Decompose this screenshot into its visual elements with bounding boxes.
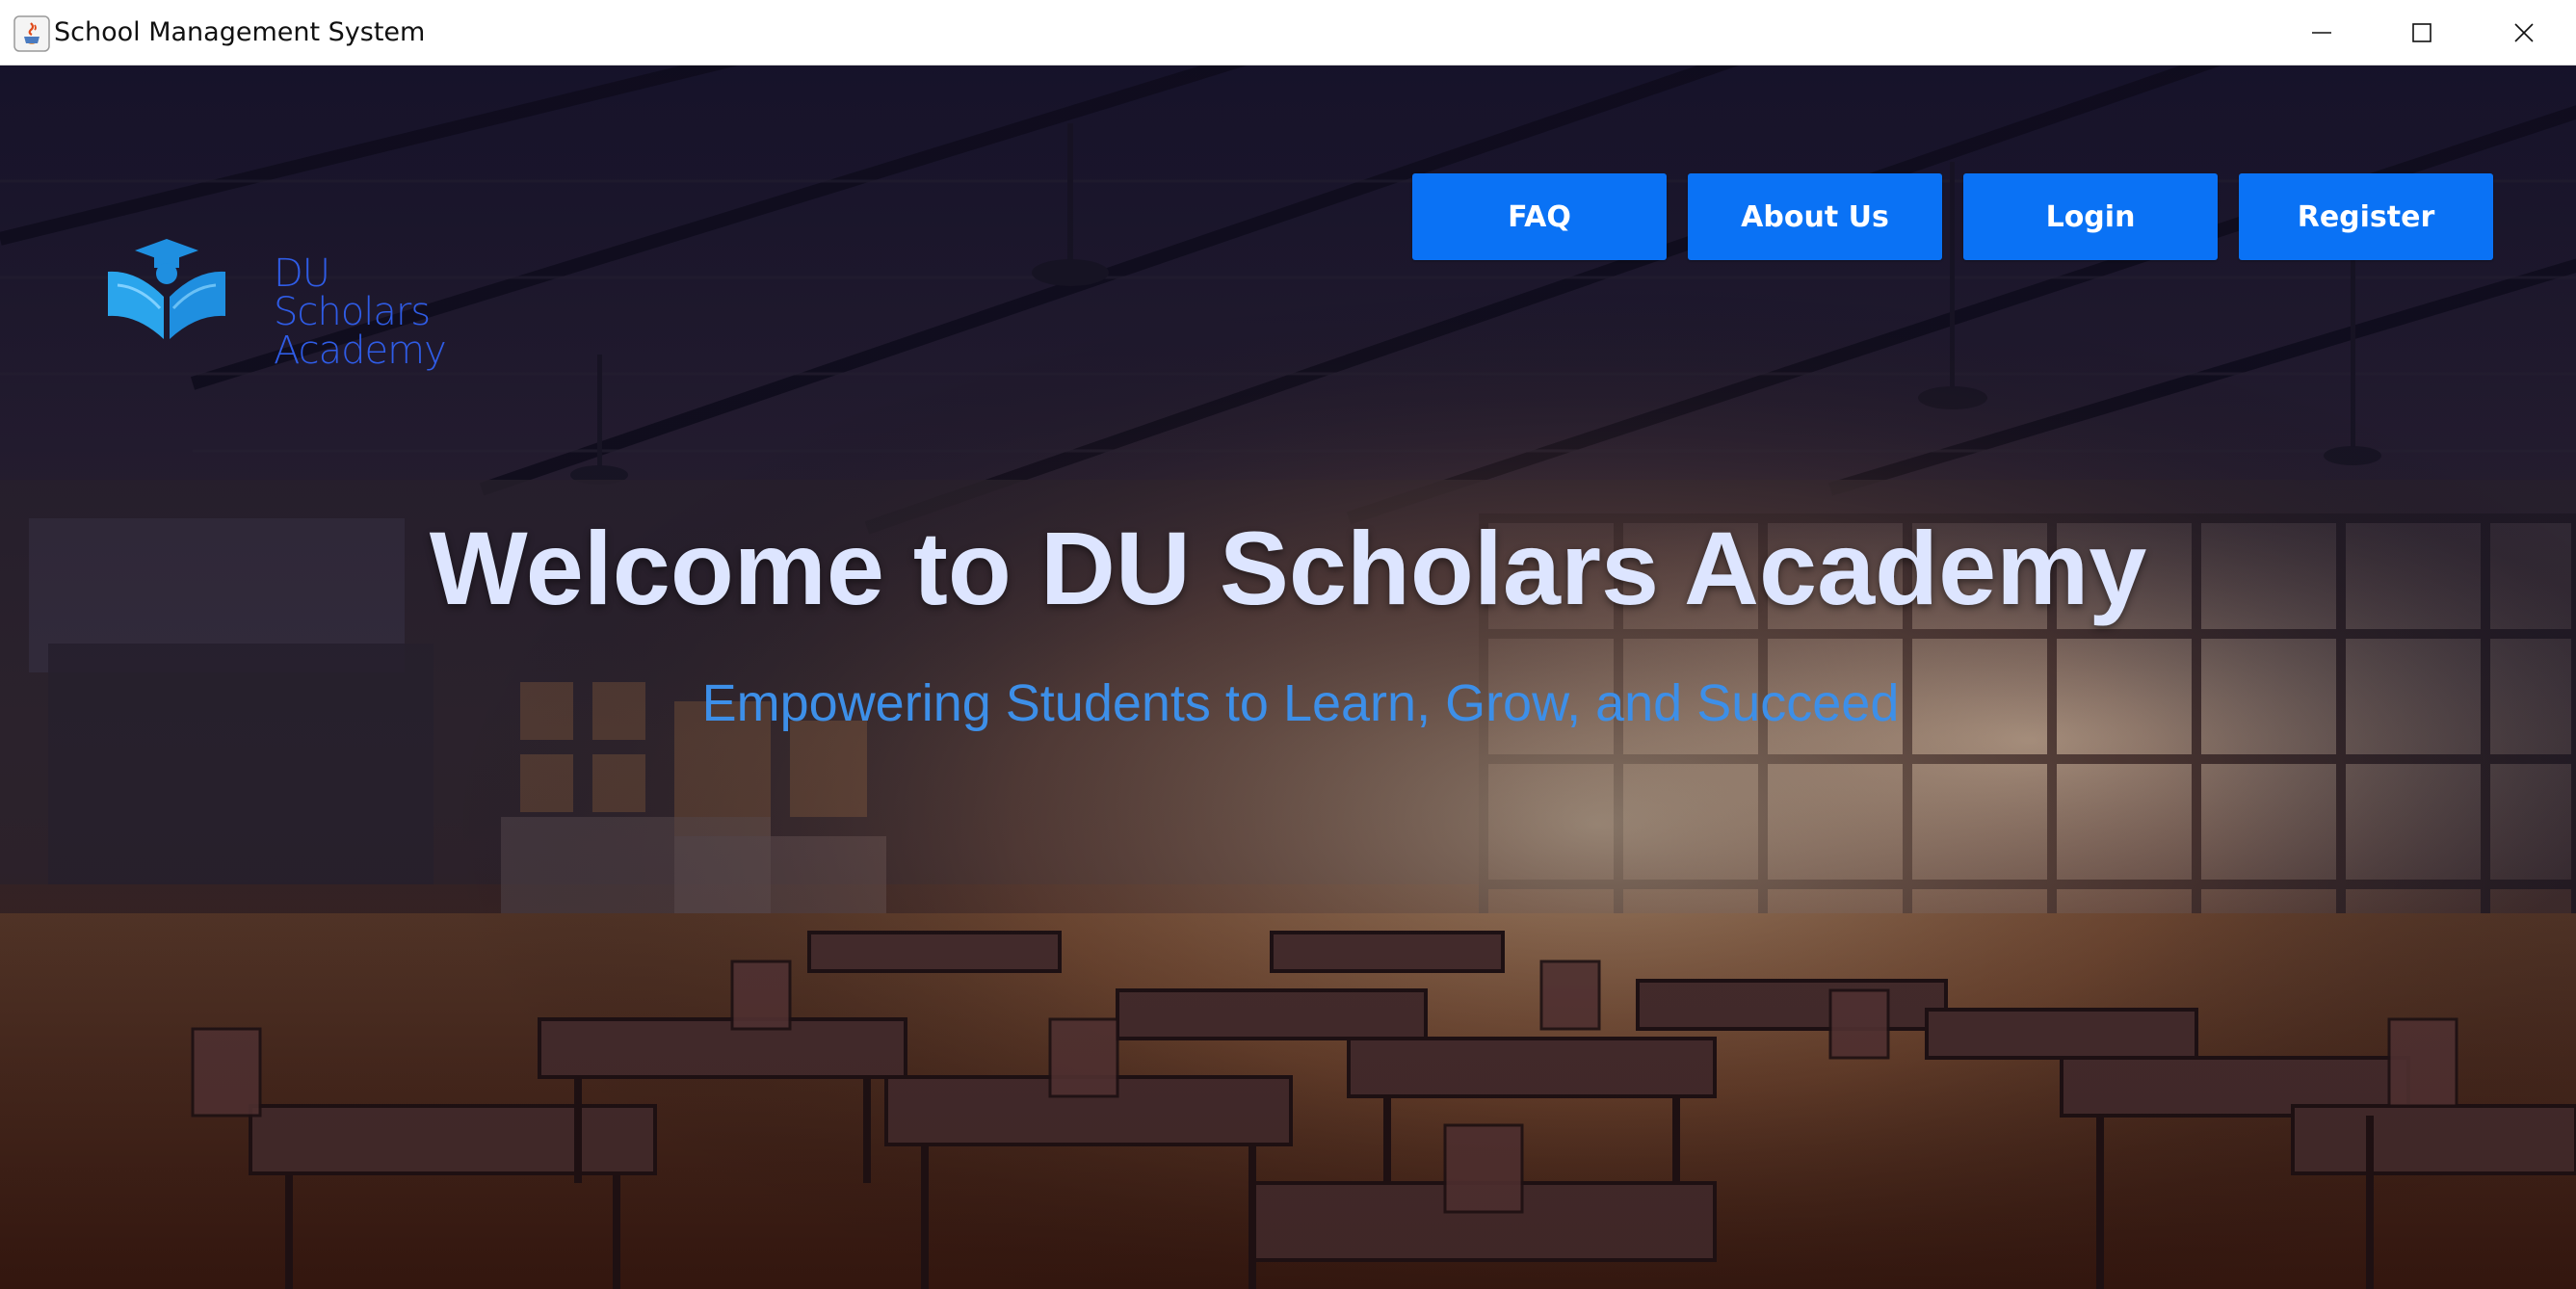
faq-button[interactable]: FAQ	[1412, 173, 1667, 260]
hero-subtitle: Empowering Students to Learn, Grow, and …	[701, 674, 1900, 732]
logo-line-3: Academy	[274, 329, 447, 373]
close-button[interactable]	[2474, 0, 2574, 66]
login-button[interactable]: Login	[1963, 173, 2218, 260]
close-icon	[2514, 23, 2534, 42]
window-title: School Management System	[54, 17, 426, 47]
about-us-button[interactable]: About Us	[1688, 173, 1942, 260]
logo-line-2: Scholars	[274, 290, 431, 334]
logo-wordmark: DU Scholars Academy	[274, 251, 447, 373]
minimize-button[interactable]	[2272, 0, 2372, 66]
maximize-icon	[2412, 23, 2431, 42]
maximize-button[interactable]	[2372, 0, 2472, 66]
logo-line-1: DU	[274, 251, 330, 296]
graduation-book-icon	[108, 239, 225, 339]
academy-logo: DU Scholars Academy	[104, 162, 470, 370]
main-content: DU Scholars Academy FAQ About Us Login R…	[0, 66, 2576, 1289]
minimize-icon	[2312, 32, 2331, 34]
hero-title: Welcome to DU Scholars Academy	[429, 510, 2147, 626]
java-app-icon	[13, 15, 50, 52]
window-titlebar: School Management System	[0, 0, 2576, 66]
register-button[interactable]: Register	[2239, 173, 2493, 260]
